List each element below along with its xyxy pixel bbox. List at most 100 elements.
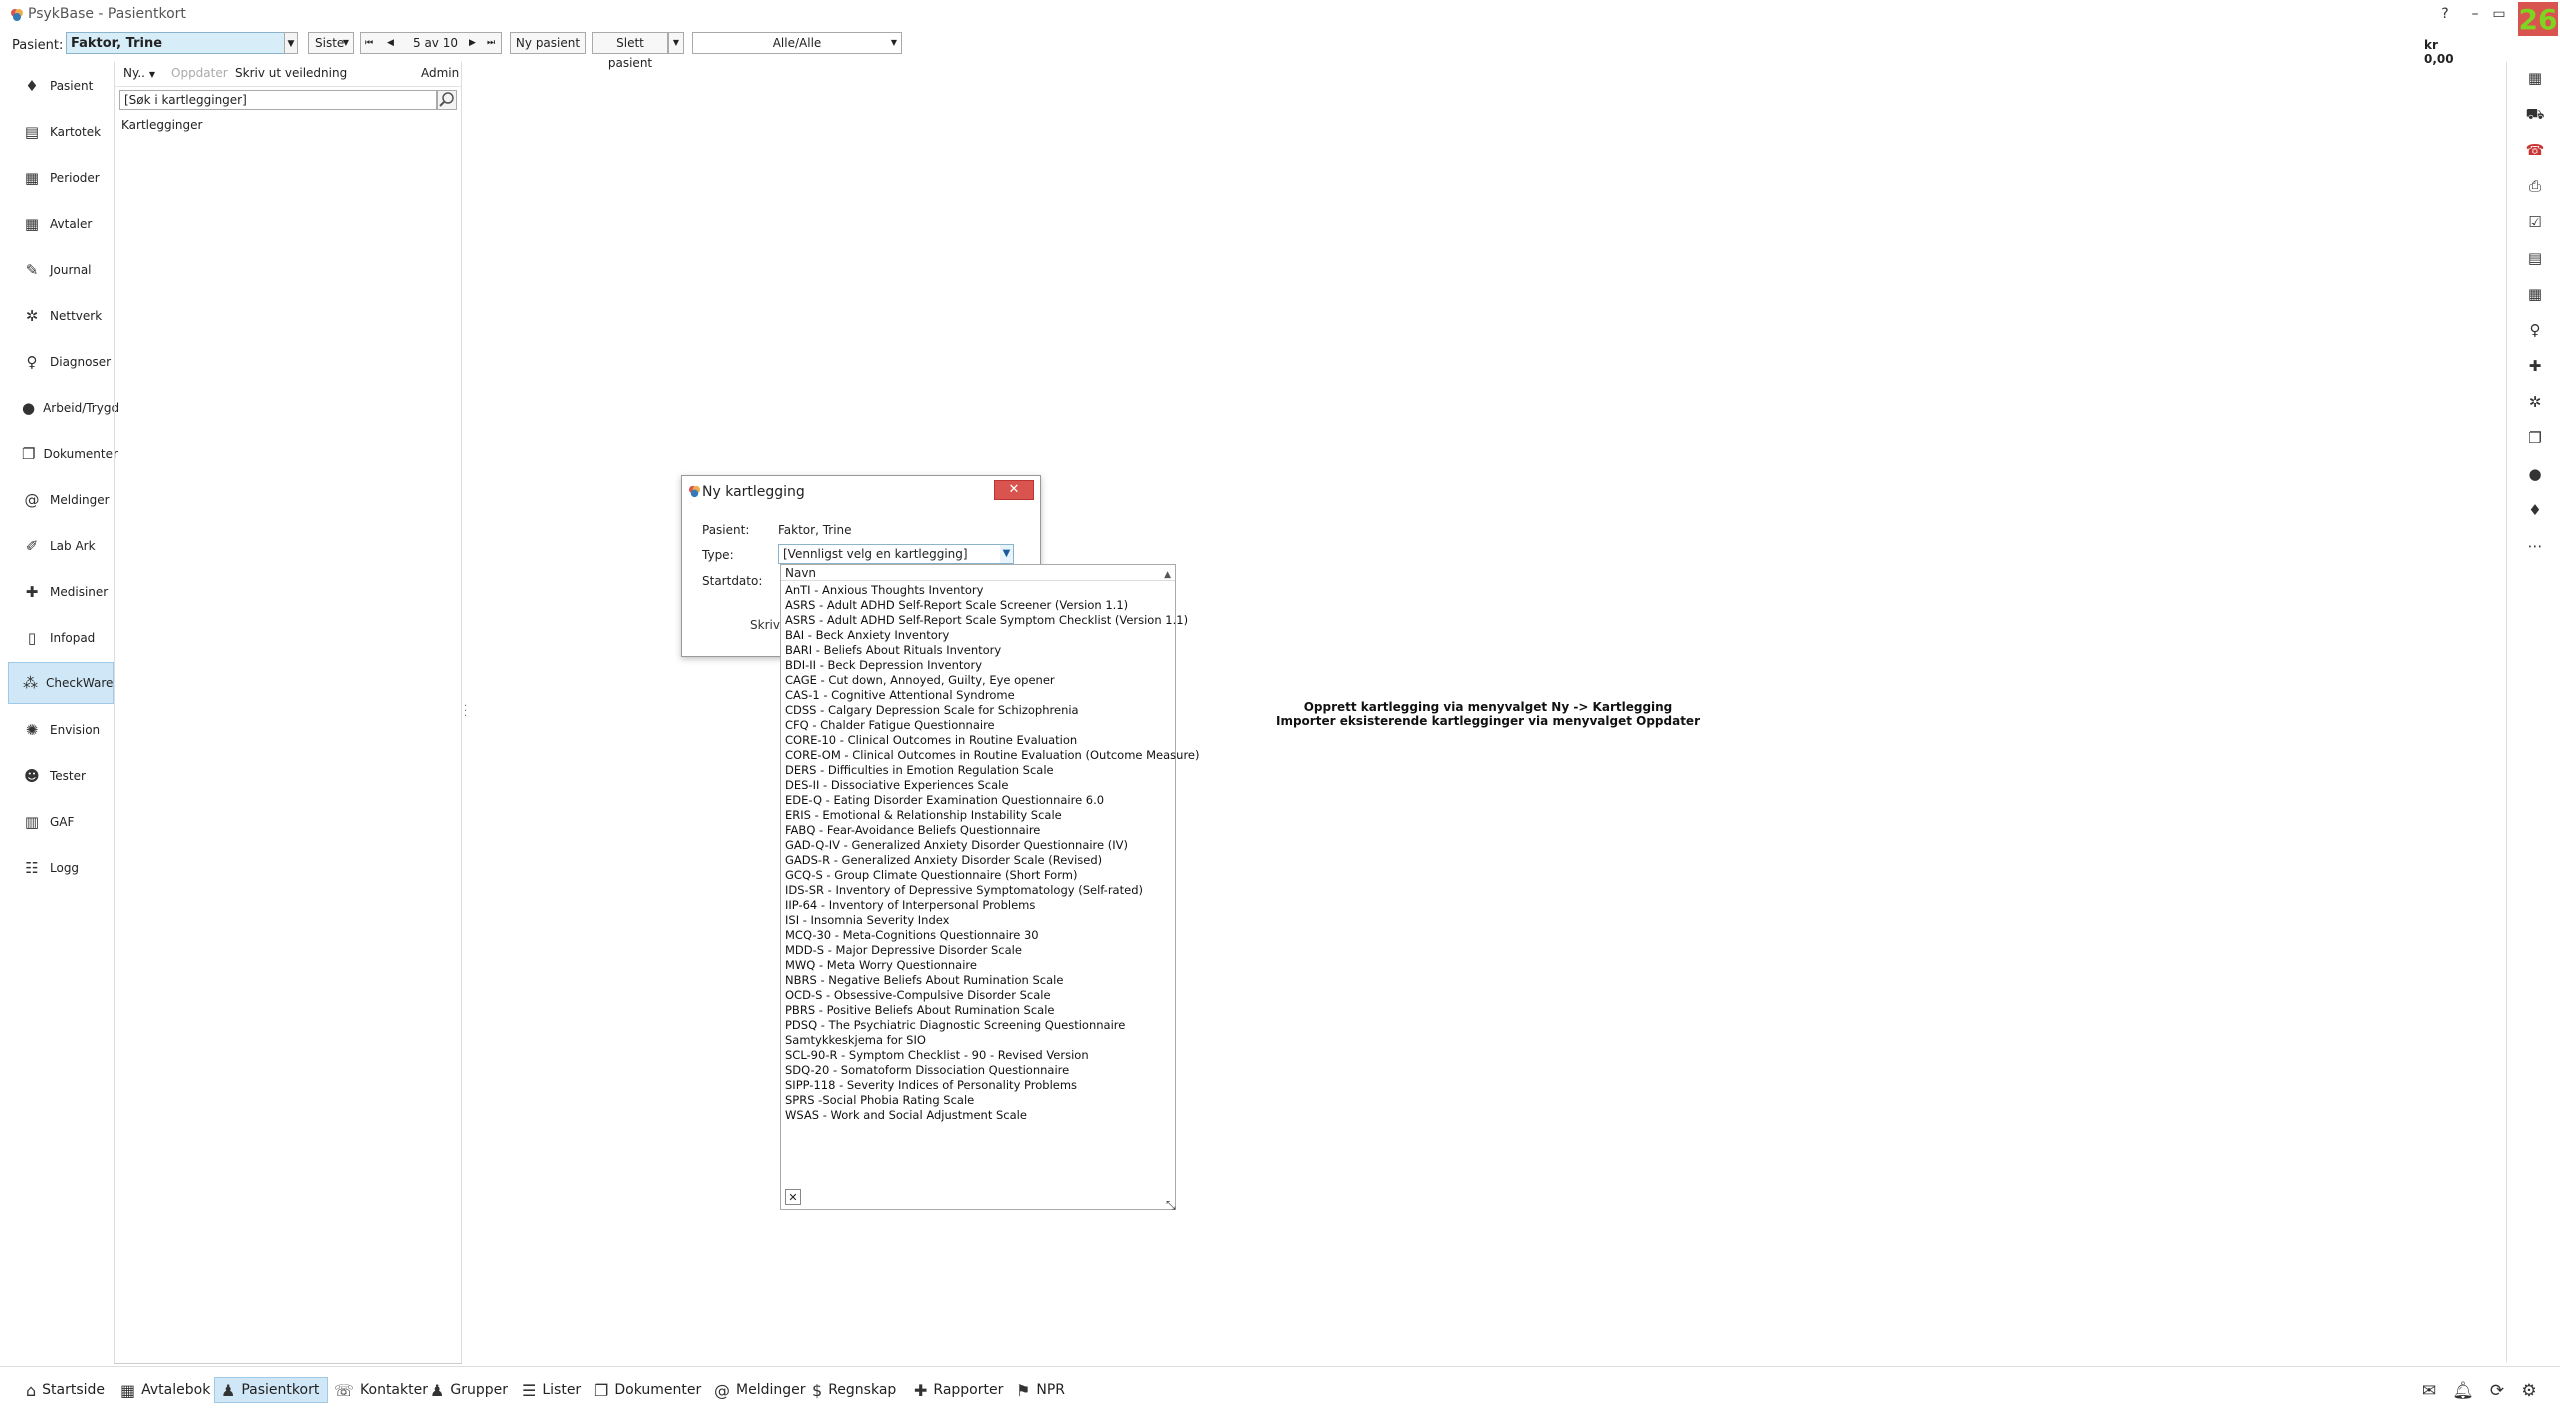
dropdown-item[interactable]: MWQ - Meta Worry Questionnaire <box>783 958 977 973</box>
bottom-rapporter[interactable]: ✚ Rapporter <box>908 1377 1011 1403</box>
dropdown-item[interactable]: EDE-Q - Eating Disorder Examination Ques… <box>783 793 1104 808</box>
first-icon[interactable]: ⏮ <box>365 33 373 53</box>
dropdown-item[interactable]: PDSQ - The Psychiatric Diagnostic Screen… <box>783 1018 1125 1033</box>
bottom-dokumenter[interactable]: ❐ Dokumenter <box>588 1377 709 1403</box>
patient-select[interactable]: Faktor, Trine <box>66 32 286 54</box>
bottom-avtalebok[interactable]: ▦ Avtalebok <box>114 1377 218 1403</box>
nav-nettverk[interactable]: ✲ Nettverk <box>8 296 114 336</box>
dropdown-item[interactable]: CORE-OM - Clinical Outcomes in Routine E… <box>783 748 1199 763</box>
calendar-info-icon[interactable]: ▦ <box>2525 68 2545 88</box>
nav-envision[interactable]: ✺ Envision <box>8 710 114 750</box>
bottom-grupper[interactable]: ♟ Grupper <box>424 1377 516 1403</box>
nav-pasient[interactable]: ♦ Pasient <box>8 66 114 106</box>
patient-icon[interactable]: ♦ <box>2525 500 2545 520</box>
dropdown-item[interactable]: CAGE - Cut down, Annoyed, Guilty, Eye op… <box>783 673 1055 688</box>
siste-dropdown[interactable]: Siste ▼ <box>308 32 354 54</box>
nav-gaf[interactable]: ▥ GAF <box>8 802 114 842</box>
maximize-icon[interactable]: ▭ <box>2488 5 2510 23</box>
nav-infopad[interactable]: ▯ Infopad <box>8 618 114 658</box>
dropdown-item[interactable]: SCL-90-R - Symptom Checklist - 90 - Revi… <box>783 1048 1089 1063</box>
dropdown-item[interactable]: BARI - Beliefs About Rituals Inventory <box>783 643 1001 658</box>
close-icon[interactable]: ✕ <box>994 480 1034 500</box>
nav-logg[interactable]: ☷ Logg <box>8 848 114 888</box>
documents-icon[interactable]: ❐ <box>2525 428 2545 448</box>
type-select[interactable]: [Vennligst velg en kartlegging] <box>778 544 1014 564</box>
dropdown-item[interactable]: PBRS - Positive Beliefs About Rumination… <box>783 1003 1054 1018</box>
dropdown-item[interactable]: SPRS -Social Phobia Rating Scale <box>783 1093 974 1108</box>
dropdown-item[interactable]: IDS-SR - Inventory of Depressive Symptom… <box>783 883 1143 898</box>
nav-arbeid-trygd[interactable]: ● Arbeid/Trygd <box>8 388 119 428</box>
calendar-grid-icon[interactable]: ▦ <box>2525 284 2545 304</box>
dropdown-item[interactable]: DERS - Difficulties in Emotion Regulatio… <box>783 763 1054 778</box>
dropdown-item[interactable]: ASRS - Adult ADHD Self-Report Scale Scre… <box>783 598 1128 613</box>
patient-dropdown-icon[interactable]: ▼ <box>284 32 298 54</box>
dropdown-column-header[interactable]: Navn ▲ <box>781 565 1175 581</box>
dropdown-item[interactable]: NBRS - Negative Beliefs About Rumination… <box>783 973 1063 988</box>
dropdown-item[interactable]: OCD-S - Obsessive-Compulsive Disorder Sc… <box>783 988 1051 1003</box>
id-card-icon[interactable]: ▤ <box>2525 248 2545 268</box>
refresh-icon[interactable]: ⟳ <box>2486 1381 2508 1403</box>
dropdown-item[interactable]: CAS-1 - Cognitive Attentional Syndrome <box>783 688 1015 703</box>
dropdown-item[interactable]: SIPP-118 - Severity Indices of Personali… <box>783 1078 1077 1093</box>
phone-icon[interactable]: ☎ <box>2525 140 2545 160</box>
clear-icon[interactable]: ✕ <box>785 1189 801 1205</box>
skriv-ut-veiledning-menu[interactable]: Skriv ut veiledning <box>235 66 347 80</box>
medkit-icon[interactable]: ✚ <box>2525 356 2545 376</box>
dropdown-item[interactable]: WSAS - Work and Social Adjustment Scale <box>783 1108 1027 1123</box>
search-icon[interactable] <box>437 90 457 110</box>
resize-grip-icon[interactable]: ⤡ <box>1166 1198 1182 1214</box>
nav-lab-ark[interactable]: ✐ Lab Ark <box>8 526 114 566</box>
sort-ascending-icon[interactable]: ▲ <box>1164 567 1171 583</box>
splitter-handle[interactable]: · · · <box>464 702 470 722</box>
ny-pasient-button[interactable]: Ny pasient <box>510 32 586 54</box>
dropdown-item[interactable]: SDQ-20 - Somatoform Dissociation Questio… <box>783 1063 1069 1078</box>
help-button[interactable]: ? <box>2434 5 2456 23</box>
bottom-regnskap[interactable]: $ Regnskap <box>806 1377 904 1403</box>
bottom-startside[interactable]: ⌂ Startside <box>20 1377 113 1403</box>
more-icon[interactable]: ⋯ <box>2525 536 2545 556</box>
nav-journal[interactable]: ✎ Journal <box>8 250 114 290</box>
nav-meldinger[interactable]: @ Meldinger <box>8 480 114 520</box>
search-input[interactable]: [Søk i kartlegginger] <box>119 90 437 110</box>
dropdown-item[interactable]: BAI - Beck Anxiety Inventory <box>783 628 949 643</box>
settings-icon[interactable]: ⚙ <box>2518 1381 2540 1403</box>
nav-checkware[interactable]: ⁂ CheckWare <box>8 662 114 704</box>
network-icon[interactable]: ✲ <box>2525 392 2545 412</box>
calendar-check-icon[interactable]: ☑ <box>2525 212 2545 232</box>
oppdater-menu[interactable]: Oppdater <box>171 66 228 80</box>
dropdown-item[interactable]: FABQ - Fear-Avoidance Beliefs Questionna… <box>783 823 1040 838</box>
nav-avtaler[interactable]: ▦ Avtaler <box>8 204 114 244</box>
admin-menu[interactable]: Admin <box>421 66 459 80</box>
chat-icon[interactable]: ✉ <box>2418 1381 2440 1403</box>
dropdown-item[interactable]: AnTI - Anxious Thoughts Inventory <box>783 583 983 598</box>
printer-icon[interactable]: ⎙ <box>2525 176 2545 196</box>
dropdown-item[interactable]: CFQ - Chalder Fatigue Questionnaire <box>783 718 995 733</box>
bottom-lister[interactable]: ☰ Lister <box>516 1377 589 1403</box>
slett-pasient-dropdown-icon[interactable]: ▼ <box>668 32 684 54</box>
dropdown-item[interactable]: Samtykkeskjema for SIO <box>783 1033 926 1048</box>
dropdown-item[interactable]: BDI-II - Beck Depression Inventory <box>783 658 982 673</box>
dropdown-item[interactable]: GADS-R - Generalized Anxiety Disorder Sc… <box>783 853 1102 868</box>
nav-perioder[interactable]: ▦ Perioder <box>8 158 114 198</box>
dropdown-item[interactable]: GAD-Q-IV - Generalized Anxiety Disorder … <box>783 838 1128 853</box>
bottom-kontakter[interactable]: ☏ Kontakter <box>328 1377 436 1403</box>
nav-diagnoser[interactable]: ♀ Diagnoser <box>8 342 114 382</box>
bottom-npr[interactable]: ⚑ NPR <box>1010 1377 1073 1403</box>
nav-logo-icon[interactable]: ● <box>2525 464 2545 484</box>
nav-medisiner[interactable]: ✚ Medisiner <box>8 572 114 612</box>
dropdown-item[interactable]: ERIS - Emotional & Relationship Instabil… <box>783 808 1062 823</box>
next-icon[interactable]: ▶ <box>469 33 476 53</box>
bottom-pasientkort[interactable]: ♟ Pasientkort <box>214 1377 329 1403</box>
ny-menu[interactable]: Ny.. ▼ <box>123 66 155 80</box>
bottom-meldinger[interactable]: @ Meldinger <box>708 1377 814 1403</box>
dropdown-item[interactable]: CORE-10 - Clinical Outcomes in Routine E… <box>783 733 1077 748</box>
nav-dokumenter[interactable]: ❐ Dokumenter <box>8 434 118 474</box>
minimize-icon[interactable]: – <box>2464 5 2486 23</box>
nav-tester[interactable]: ☻ Tester <box>8 756 114 796</box>
last-icon[interactable]: ⏭ <box>487 33 495 53</box>
dropdown-item[interactable]: CDSS - Calgary Depression Scale for Schi… <box>783 703 1079 718</box>
filter-select[interactable]: Alle/Alle ▼ <box>692 32 902 54</box>
prev-icon[interactable]: ◀ <box>387 33 394 53</box>
cart-icon[interactable]: ⛟ <box>2525 104 2545 124</box>
dropdown-item[interactable]: GCQ-S - Group Climate Questionnaire (Sho… <box>783 868 1077 883</box>
